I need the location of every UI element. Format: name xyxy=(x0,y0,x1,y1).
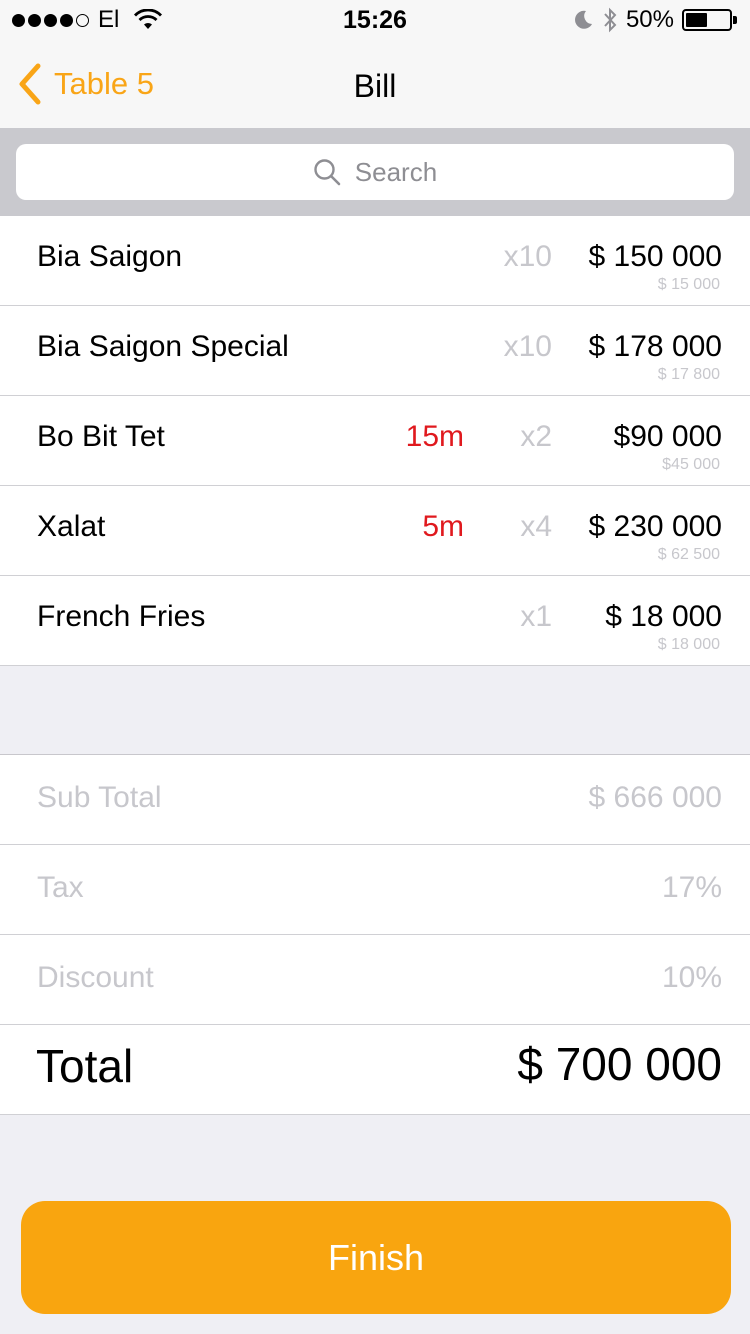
item-unit-price: $ 18 000 xyxy=(657,636,720,653)
tax-label: Tax xyxy=(37,871,84,904)
item-quantity: x1 xyxy=(520,600,552,633)
subtotal-row: Sub Total $ 666 000 xyxy=(0,755,750,845)
item-quantity: x2 xyxy=(520,420,552,453)
item-name: Xalat xyxy=(37,510,106,543)
finish-button[interactable]: Finish xyxy=(21,1201,731,1314)
total-label: Total xyxy=(36,1040,134,1092)
bill-summary: Sub Total $ 666 000 Tax 17% Discount 10%… xyxy=(0,754,750,1115)
search-placeholder: Search xyxy=(354,156,438,187)
item-unit-price: $ 17 800 xyxy=(657,366,720,383)
status-bar: El 15:26 50% xyxy=(0,0,750,40)
tax-row: Tax 17% xyxy=(0,845,750,935)
battery-icon xyxy=(682,8,740,32)
navigation-bar: Table 5 Bill xyxy=(0,40,750,128)
status-right: 50% xyxy=(572,6,740,34)
search-input[interactable]: Search xyxy=(16,144,734,200)
discount-row: Discount 10% xyxy=(0,935,750,1025)
item-name: Bo Bit Tet xyxy=(37,420,165,453)
total-value: $ 700 000 xyxy=(517,1038,722,1090)
search-icon xyxy=(314,159,341,186)
item-unit-price: $45 000 xyxy=(662,456,720,473)
item-quantity: x10 xyxy=(503,330,552,363)
item-wait-time: 15m xyxy=(405,420,464,453)
battery-percent: 50% xyxy=(625,6,674,33)
item-name: French Fries xyxy=(37,600,206,633)
item-unit-price: $ 15 000 xyxy=(657,276,720,293)
battery-fill xyxy=(686,13,707,27)
bluetooth-icon xyxy=(604,7,617,33)
bill-items-list: Bia Saigon x10 $ 150 000 $ 15 000 Bia Sa… xyxy=(0,216,750,666)
list-item[interactable]: Xalat 5m x4 $ 230 000 $ 62 500 xyxy=(0,486,750,576)
item-price: $ 230 000 xyxy=(588,510,722,543)
item-price: $ 178 000 xyxy=(588,330,722,363)
discount-label: Discount xyxy=(37,961,154,994)
item-unit-price: $ 62 500 xyxy=(657,546,720,563)
item-quantity: x10 xyxy=(503,240,552,273)
subtotal-value: $ 666 000 xyxy=(588,781,722,814)
item-price: $ 150 000 xyxy=(588,240,722,273)
item-name: Bia Saigon Special xyxy=(37,330,289,363)
list-item[interactable]: Bo Bit Tet 15m x2 $90 000 $45 000 xyxy=(0,396,750,486)
page-title: Bill xyxy=(353,68,397,104)
subtotal-label: Sub Total xyxy=(37,781,162,814)
search-bar: Search xyxy=(0,128,750,216)
tax-value: 17% xyxy=(661,871,722,904)
item-price: $ 18 000 xyxy=(605,600,722,633)
list-item[interactable]: French Fries x1 $ 18 000 $ 18 000 xyxy=(0,576,750,666)
list-item[interactable]: Bia Saigon x10 $ 150 000 $ 15 000 xyxy=(0,216,750,306)
item-wait-time: 5m xyxy=(422,510,464,543)
item-quantity: x4 xyxy=(520,510,552,543)
item-name: Bia Saigon xyxy=(37,240,183,273)
discount-value: 10% xyxy=(661,961,722,994)
list-item[interactable]: Bia Saigon Special x10 $ 178 000 $ 17 80… xyxy=(0,306,750,396)
moon-icon xyxy=(575,10,592,29)
total-row: Total $ 700 000 xyxy=(0,1025,750,1115)
item-price: $90 000 xyxy=(613,420,722,453)
